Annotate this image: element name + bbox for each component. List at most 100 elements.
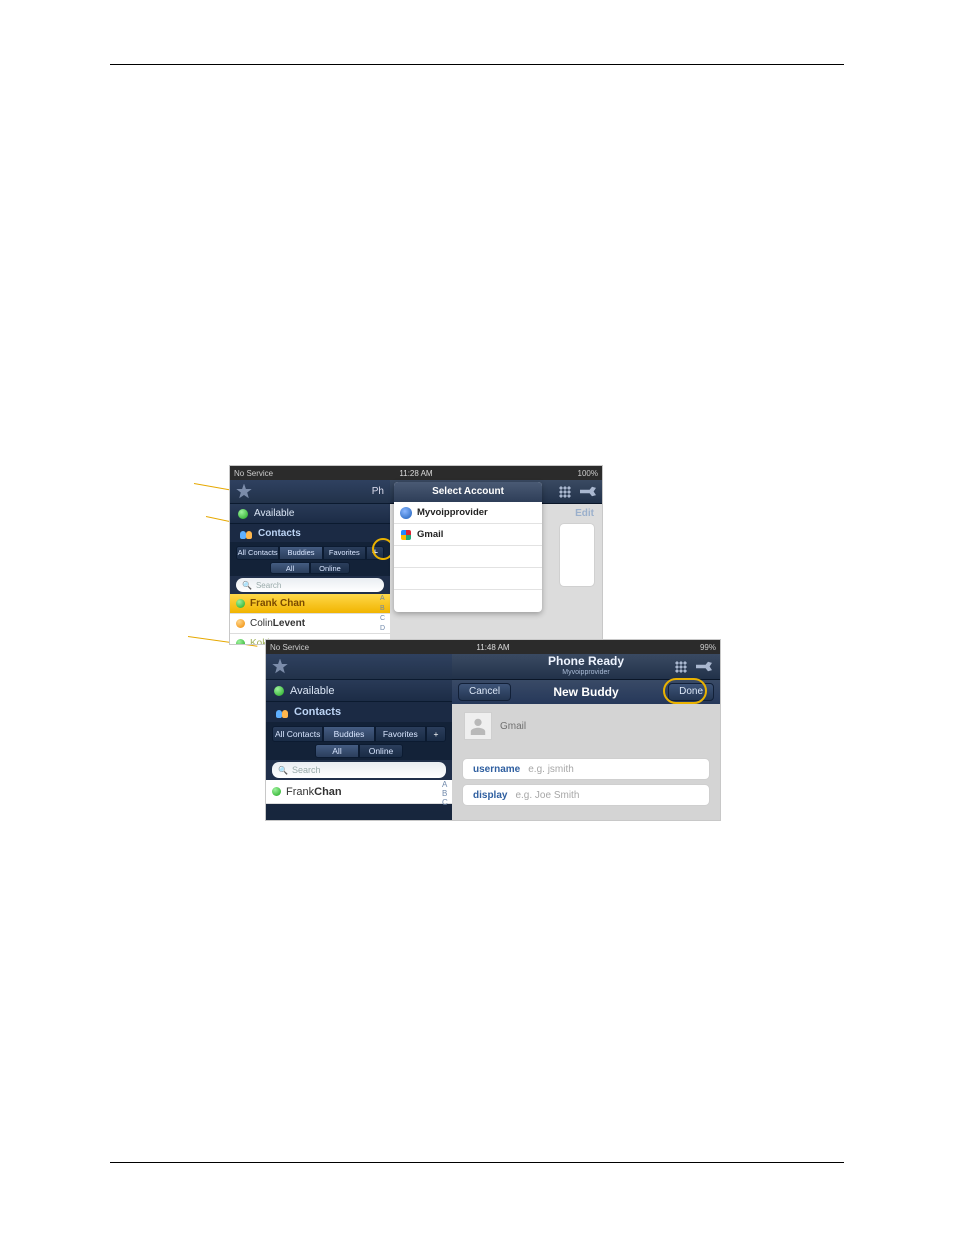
provider-icon [400,507,412,519]
add-buddy-button[interactable]: + [426,726,446,742]
buddy-name-last: Levent [273,618,305,629]
presence-row[interactable]: Available [230,504,390,524]
buddy-row[interactable]: Frank Chan ABC [266,780,452,804]
gmail-icon [400,529,412,541]
page-bottom-rule [110,1162,844,1163]
app-icon [272,659,288,675]
tab-buddies[interactable]: Buddies [279,546,322,560]
app-icon [236,484,252,500]
account-row[interactable]: Gmail [464,712,526,740]
contacts-header-label: Contacts [258,528,301,539]
tab-all-contacts[interactable]: All Contacts [272,726,323,742]
index-bar[interactable]: CD [380,614,388,633]
app-header: Ph [230,480,390,504]
index-bar[interactable]: AB [380,594,388,613]
popover-empty-row [394,590,542,612]
presence-available-icon [274,686,284,696]
presence-dot-icon [236,639,245,644]
buddy-row[interactable]: Colin Levent CD [230,614,390,634]
grid-icon[interactable] [674,660,688,674]
contacts-header-label: Contacts [294,706,341,718]
status-bar: No Service 11:28 AM 100% [230,466,602,480]
grid-icon[interactable] [558,485,572,499]
popover-empty-row [394,546,542,568]
sidebar: Available Contacts All Contacts Buddies … [266,654,452,820]
search-placeholder: Search [292,765,321,775]
app-header [266,654,452,680]
filter-all[interactable]: All [270,562,310,574]
filter-all[interactable]: All [315,744,359,758]
settings-wrench-icon[interactable] [696,661,712,673]
settings-wrench-icon[interactable] [580,486,596,498]
index-bar[interactable]: ABC [442,780,450,803]
presence-label: Available [290,685,334,697]
tab-favorites[interactable]: Favorites [323,546,366,560]
buddy-name-first: Colin [250,618,273,629]
content-card [560,524,594,586]
select-account-popover: Select Account Myvoipprovider Gmail [394,482,542,612]
panel-header: Cancel New Buddy Done [452,680,720,704]
avatar-placeholder-icon [464,712,492,740]
edit-button[interactable]: Edit [575,508,594,519]
cancel-button[interactable]: Cancel [458,683,511,701]
tab-favorites[interactable]: Favorites [375,726,426,742]
panel-body: Gmail username e.g. jsmith display e.g. … [452,704,720,820]
buddy-name-last: Chan [314,786,342,798]
main-panel: Cancel New Buddy Done Gmail username e.g… [452,680,720,820]
presence-row[interactable]: Available [266,680,452,702]
filter-row: All Online [230,560,390,576]
presence-label: Available [254,508,294,519]
search-row: Search [230,576,390,594]
buddy-name-first: Frank [286,786,314,798]
screenshot-new-buddy: No Service 11:48 AM 99% Available Contac… [266,640,720,820]
display-field[interactable]: display e.g. Joe Smith [462,784,710,806]
account-label: Myvoipprovider [417,507,488,518]
popover-empty-row [394,568,542,590]
search-row: Search [266,760,452,780]
tab-buddies[interactable]: Buddies [323,726,374,742]
presence-dot-icon [236,619,245,628]
topbar-title: Phone Ready Myvoipprovider [548,655,624,679]
status-carrier: No Service [234,469,273,478]
field-placeholder: e.g. Joe Smith [515,790,579,801]
presence-dot-icon [236,599,245,608]
account-option-gmail[interactable]: Gmail [394,524,542,546]
tab-all-contacts[interactable]: All Contacts [236,546,279,560]
search-input[interactable]: Search [236,578,384,592]
account-option-myvoipprovider[interactable]: Myvoipprovider [394,502,542,524]
page-top-rule [110,64,844,65]
add-buddy-button[interactable]: + [366,546,384,560]
sidebar: Ph Available Contacts All Contacts Buddi… [230,480,390,644]
field-label: username [473,764,520,775]
screenshot-select-account: No Service 11:28 AM 100% Ph Available Co… [230,466,602,644]
contacts-icon [274,706,290,718]
account-label: Gmail [417,529,443,540]
search-input[interactable]: Search [272,762,446,778]
filter-row: All Online [266,742,452,760]
contacts-tab-row: All Contacts Buddies Favorites + [230,542,390,560]
filter-online[interactable]: Online [359,744,403,758]
presence-dot-icon [272,787,281,796]
status-battery: 99% [700,643,716,652]
done-button[interactable]: Done [668,683,714,701]
contacts-tab-row: All Contacts Buddies Favorites + [266,722,452,742]
search-placeholder: Search [256,581,281,590]
main-toolbar: Phone Ready Myvoipprovider [452,654,720,680]
topbar-title-fragment: Ph [372,486,384,497]
field-label: display [473,790,507,801]
buddy-name: Frank Chan [250,598,305,609]
buddy-row-selected[interactable]: Frank Chan AB [230,594,390,614]
status-carrier: No Service [270,643,309,652]
contacts-header: Contacts [266,702,452,722]
account-name: Gmail [500,721,526,732]
popover-title: Select Account [394,482,542,502]
username-field[interactable]: username e.g. jsmith [462,758,710,780]
field-placeholder: e.g. jsmith [528,764,574,775]
status-battery: 100% [578,469,598,478]
panel-title: New Buddy [553,685,618,699]
status-time: 11:48 AM [476,643,509,652]
filter-online[interactable]: Online [310,562,350,574]
status-time: 11:28 AM [399,469,432,478]
topbar-subtitle: Myvoipprovider [548,667,624,679]
contacts-icon [238,527,254,539]
